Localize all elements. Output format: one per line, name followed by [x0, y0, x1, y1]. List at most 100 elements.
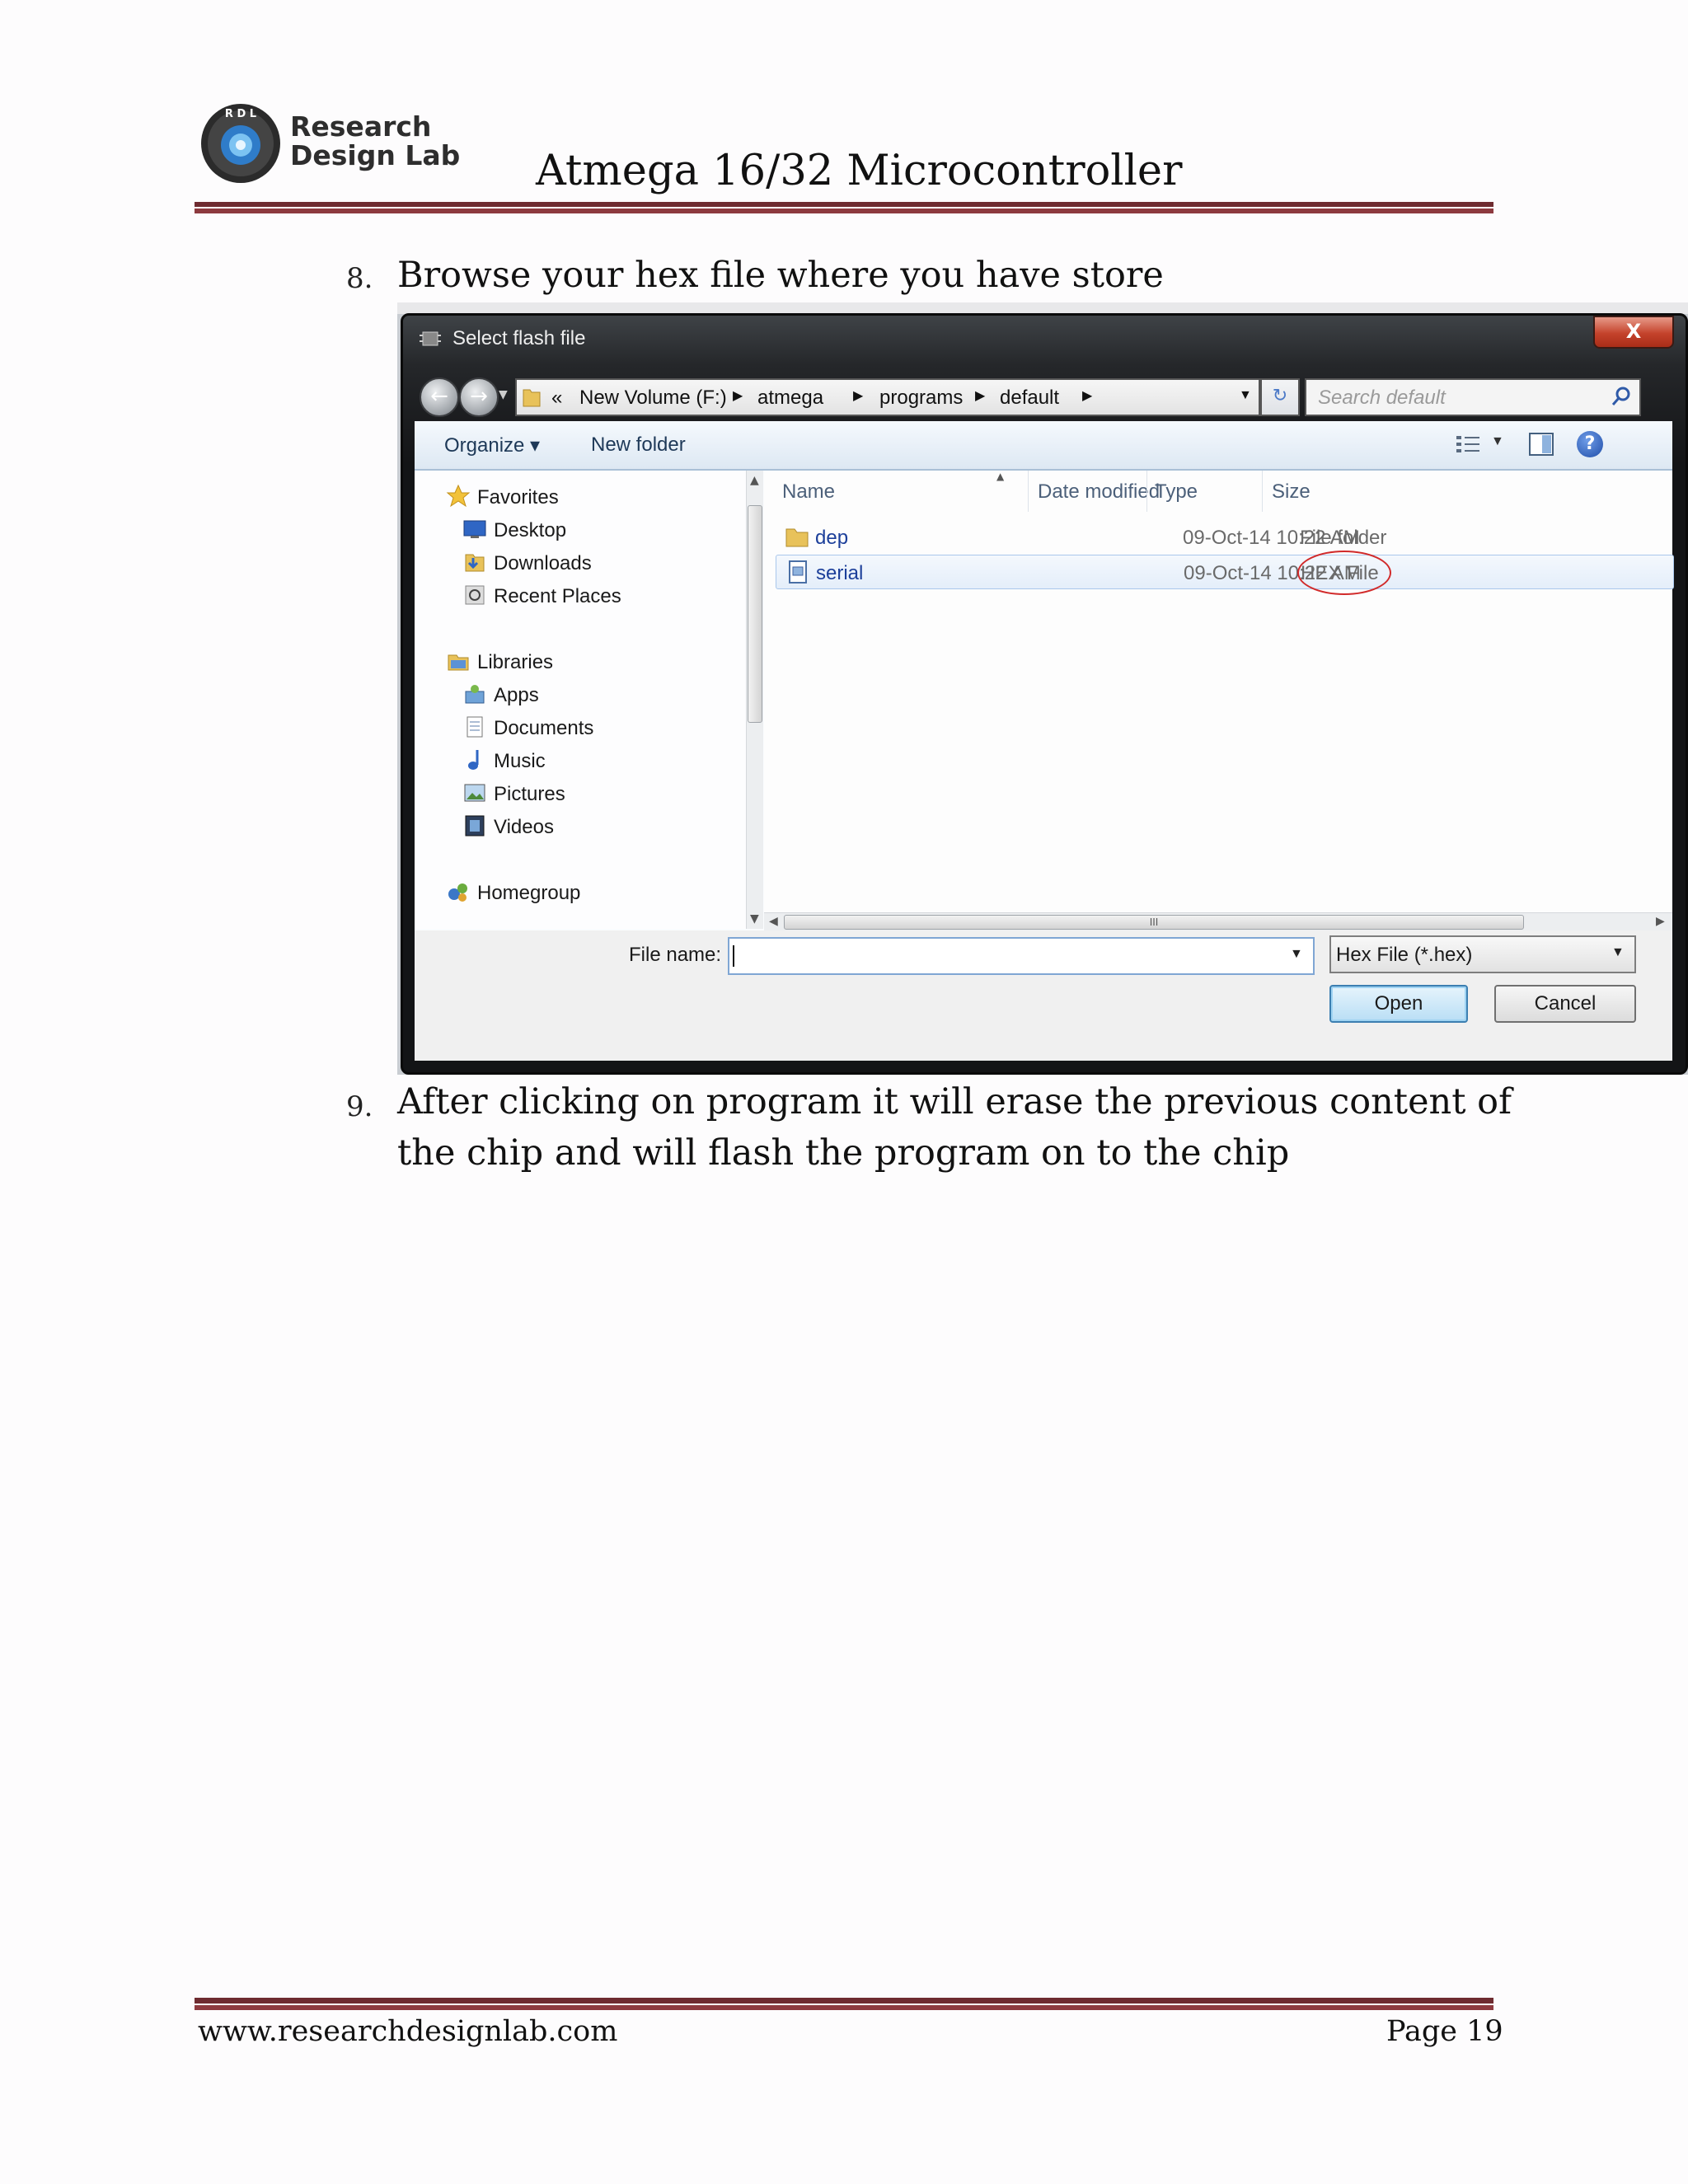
breadcrumb-default[interactable]: default [1000, 387, 1059, 410]
dialog-screenshot: Select flash file X ← → ▼ « New Volume (… [397, 302, 1688, 1075]
downloads-icon [465, 554, 485, 572]
breadcrumb-new-volume[interactable]: New Volume (F:) [579, 387, 727, 410]
recent-locations-dropdown-icon[interactable]: ▼ [499, 388, 510, 401]
chevron-down-icon[interactable]: ▼ [1239, 388, 1252, 403]
documents-icon [467, 716, 483, 738]
document-title: Atmega 16/32 Microcontroller [536, 147, 1183, 195]
scrollbar-thumb[interactable] [748, 505, 762, 723]
nav-label: Libraries [477, 651, 554, 673]
file-name-label: File name: [629, 944, 722, 966]
file-name: dep [815, 527, 849, 549]
scroll-down-icon[interactable]: ▼ [750, 912, 759, 926]
column-divider[interactable] [1028, 471, 1029, 512]
hex-file-icon [789, 560, 807, 583]
breadcrumb-programs[interactable]: programs [879, 387, 963, 410]
column-header-type[interactable]: Type [1155, 480, 1198, 504]
address-overflow[interactable]: « [551, 387, 562, 410]
header-rule [195, 202, 1493, 207]
scroll-up-icon[interactable]: ▲ [750, 474, 759, 487]
libraries-icon [448, 654, 469, 671]
step-number: 9. [346, 1090, 373, 1123]
file-type-select[interactable]: Hex File (*.hex) ▼ [1329, 935, 1636, 973]
search-icon[interactable] [1610, 385, 1633, 408]
footer-rule-2 [195, 2005, 1493, 2010]
file-type: File folder [1300, 527, 1387, 549]
nav-label: Homegroup [477, 882, 581, 904]
nav-label: Favorites [477, 486, 559, 509]
nav-label: Recent Places [494, 585, 621, 607]
file-type-value: Hex File (*.hex) [1336, 944, 1473, 966]
folder-icon [785, 528, 809, 547]
file-row-dep[interactable]: dep 09-Oct-14 10:22 AM File folder [776, 520, 1672, 553]
nav-label: Downloads [494, 552, 592, 574]
file-name-input[interactable]: ▼ [728, 937, 1315, 975]
scroll-right-icon[interactable]: ▶ [1656, 915, 1665, 928]
select-flash-file-dialog: Select flash file X ← → ▼ « New Volume (… [401, 313, 1688, 1075]
column-header-name[interactable]: Name [782, 480, 835, 504]
pictures-icon [464, 784, 485, 802]
text-caret [733, 945, 734, 967]
column-divider[interactable] [1262, 471, 1263, 512]
step-text: Browse your hex file where you have stor… [397, 255, 1164, 296]
chevron-right-icon[interactable]: ▶ [853, 387, 863, 404]
file-name-panel: File name: ▼ Hex File (*.hex) ▼ Open Can… [415, 930, 1672, 1061]
nav-label: Apps [494, 684, 539, 706]
dialog-client-area: Organize ▾ New folder ▼ ? Favorites Desk… [415, 421, 1674, 1061]
command-bar: Organize ▾ New folder ▼ ? [415, 421, 1672, 471]
refresh-button[interactable]: ↻ [1260, 378, 1300, 416]
horizontal-scrollbar[interactable]: ◀ III ▶ [764, 912, 1672, 931]
forward-button[interactable]: → [459, 377, 499, 417]
recent-places-icon [465, 585, 485, 605]
header-rule-2 [195, 209, 1493, 213]
file-list: Name ▲ Date modified Type Size dep 09-Oc… [764, 471, 1674, 929]
breadcrumb-atmega[interactable]: atmega [757, 387, 823, 410]
homegroup-icon [448, 883, 467, 902]
preview-pane-icon[interactable] [1527, 431, 1555, 457]
nav-label: Documents [494, 717, 594, 739]
back-button[interactable]: ← [420, 377, 459, 417]
chevron-down-icon[interactable]: ▼ [1290, 947, 1303, 962]
nav-label: Music [494, 750, 546, 772]
desktop-icon [463, 520, 486, 538]
chip-icon [420, 331, 441, 346]
file-name: serial [816, 562, 864, 584]
chevron-down-icon[interactable]: ▼ [1491, 434, 1504, 449]
scroll-left-icon[interactable]: ◀ [769, 915, 778, 928]
rdl-logo: R D L [201, 104, 280, 183]
folder-icon [523, 389, 541, 407]
column-divider[interactable] [1146, 471, 1147, 512]
file-row-serial[interactable]: serial 09-Oct-14 10:22 AM HEX File [776, 551, 1674, 595]
navigation-pane: Favorites Desktop Downloads Recent Place… [415, 471, 761, 929]
nav-label: Pictures [494, 783, 565, 805]
dialog-title: Select flash file [452, 327, 586, 349]
brand-name-line1: Research [290, 110, 432, 143]
step-number: 8. [346, 262, 373, 295]
star-icon [446, 484, 471, 508]
background-window-strip [397, 302, 1688, 314]
brand-name-line2: Design Lab [290, 139, 461, 171]
page-number: Page 19 [1386, 2015, 1503, 2048]
footer-rule [195, 1998, 1493, 2004]
address-bar[interactable]: « New Volume (F:) ▶ atmega ▶ programs ▶ … [515, 378, 1260, 416]
open-button[interactable]: Open [1329, 985, 1468, 1023]
chevron-right-icon[interactable]: ▶ [1082, 387, 1092, 404]
chevron-down-icon[interactable]: ▼ [1611, 945, 1625, 960]
chevron-right-icon[interactable]: ▶ [975, 387, 985, 404]
logo-letters: R D L [225, 108, 256, 120]
chevron-right-icon[interactable]: ▶ [733, 387, 743, 404]
search-placeholder: Search default [1318, 387, 1446, 409]
help-icon[interactable]: ? [1577, 431, 1603, 457]
views-icon[interactable] [1455, 433, 1483, 456]
close-button[interactable]: X [1593, 316, 1674, 349]
nav-label: Desktop [494, 519, 567, 541]
column-header-size[interactable]: Size [1272, 480, 1311, 504]
music-icon [468, 750, 479, 770]
search-input[interactable]: Search default [1305, 378, 1641, 416]
new-folder-button[interactable]: New folder [591, 434, 686, 457]
apps-icon [465, 685, 485, 704]
organize-button[interactable]: Organize ▾ [444, 434, 540, 457]
scrollbar-thumb[interactable]: III [784, 915, 1524, 930]
cancel-button[interactable]: Cancel [1494, 985, 1636, 1023]
footer-url: www.researchdesignlab.com [198, 2015, 618, 2048]
column-header-date-modified[interactable]: Date modified [1038, 480, 1160, 504]
